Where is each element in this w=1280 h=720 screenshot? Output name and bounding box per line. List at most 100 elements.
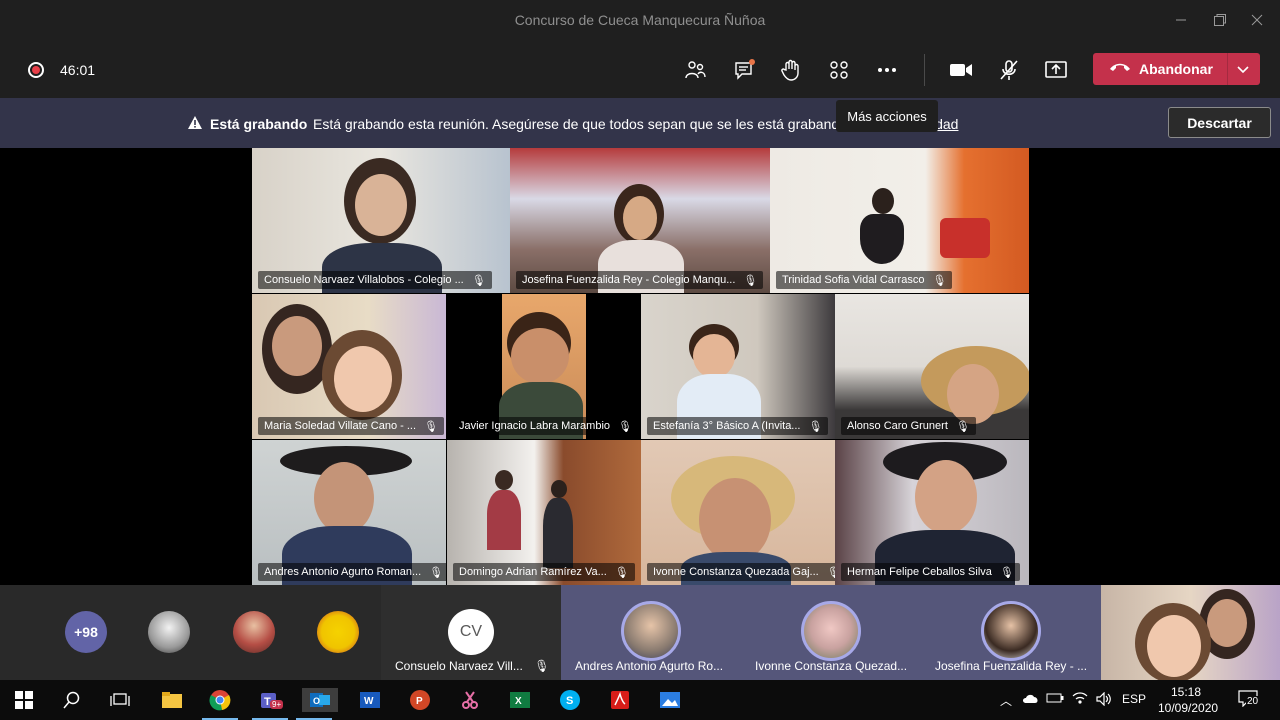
svg-text:X: X <box>515 696 522 707</box>
video-tile[interactable]: Josefina Fuenzalida Rey - Colegio Manqu.… <box>510 148 770 293</box>
video-tile[interactable]: Estefanía 3° Básico A (Invita... 🎙 <box>641 294 835 439</box>
video-tile[interactable]: Andres Antonio Agurto Roman... 🎙 <box>252 440 446 585</box>
avatar <box>801 601 861 661</box>
participant-name: Trinidad Sofia Vidal Carrasco 🎙 <box>776 271 953 289</box>
mic-off-icon: 🎙 <box>534 659 550 673</box>
participant-strip: +98 CV Consuelo Narvaez Vill... 🎙 Andres… <box>0 585 1280 680</box>
search-icon[interactable] <box>60 688 84 712</box>
mic-off-icon: 🎙 <box>932 274 947 287</box>
self-view-video[interactable] <box>1101 585 1280 680</box>
participant-name: Ivonne Constanza Quezada Gaj... 🎙 <box>647 563 835 581</box>
mic-off-icon: 🎙 <box>743 274 758 287</box>
avatar <box>981 601 1041 661</box>
dismiss-button[interactable]: Descartar <box>1168 107 1271 138</box>
mic-off-icon: 🎙 <box>618 420 632 433</box>
participant-name-text: Alonso Caro Grunert <box>847 420 948 432</box>
participant-label: Josefina Fuenzalida Rey - ... <box>935 659 1088 673</box>
participant-tile[interactable]: Ivonne Constanza Quezad... <box>741 585 921 680</box>
notifications-count: 20 <box>1246 696 1260 707</box>
participant-label-text: Consuelo Narvaez Vill... <box>395 659 523 673</box>
participant-name-text: Domingo Adrian Ramírez Va... <box>459 566 607 578</box>
more-participants-badge[interactable]: +98 <box>65 611 107 653</box>
mic-off-icon: 🎙 <box>429 566 444 579</box>
outlook-icon[interactable]: O <box>296 688 338 720</box>
leave-button[interactable]: Abandonar <box>1093 53 1260 85</box>
clock-date: 10/09/2020 <box>1158 701 1219 715</box>
teams-badge: 9+ <box>270 700 284 709</box>
participant-tile[interactable]: Andres Antonio Agurto Ro... <box>561 585 741 680</box>
people-icon[interactable] <box>683 58 707 82</box>
file-explorer-icon[interactable] <box>160 688 184 712</box>
video-tile[interactable]: Javier Ignacio Labra Marambio 🎙 <box>447 294 641 439</box>
share-screen-icon[interactable] <box>1044 58 1068 82</box>
teams-icon[interactable]: T 9+ <box>252 688 288 720</box>
participant-name: Javier Ignacio Labra Marambio 🎙 <box>453 417 638 435</box>
meeting-timer: 46:01 <box>60 62 96 78</box>
onedrive-icon[interactable] <box>1022 692 1040 707</box>
participant-name-text: Andres Antonio Agurto Roman... <box>264 566 422 578</box>
breakout-rooms-icon[interactable] <box>827 58 851 82</box>
svg-text:O: O <box>313 696 320 706</box>
mic-off-icon: 🎙 <box>471 274 486 287</box>
participant-name: Alonso Caro Grunert 🎙 <box>841 417 976 435</box>
banner-title: Está grabando <box>210 116 308 132</box>
task-view-icon[interactable] <box>108 688 132 712</box>
participant-name-text: Consuelo Narvaez Villalobos - Colegio ..… <box>264 274 464 286</box>
notifications-icon[interactable]: 20 <box>1238 689 1260 710</box>
excel-icon[interactable]: X <box>508 688 532 712</box>
clock[interactable]: 15:18 10/09/2020 <box>1158 684 1219 716</box>
snipping-tool-icon[interactable] <box>458 688 482 712</box>
chevron-down-icon[interactable] <box>1235 61 1251 82</box>
participant-name-text: Trinidad Sofia Vidal Carrasco <box>782 274 925 286</box>
video-tile[interactable]: Alonso Caro Grunert 🎙 <box>835 294 1029 439</box>
avatar[interactable] <box>148 611 190 653</box>
acrobat-icon[interactable] <box>608 688 632 712</box>
video-tile[interactable]: Maria Soledad Villate Cano - ... 🎙 <box>252 294 446 439</box>
svg-text:W: W <box>364 696 374 707</box>
chat-icon[interactable] <box>732 58 756 82</box>
warning-icon <box>187 115 203 135</box>
video-tile[interactable]: Trinidad Sofia Vidal Carrasco 🎙 <box>770 148 1029 293</box>
recording-indicator-icon <box>28 62 44 78</box>
close-button[interactable] <box>1234 0 1280 40</box>
show-hidden-icons[interactable]: ︿ <box>1000 692 1012 709</box>
participant-label: Andres Antonio Agurto Ro... <box>575 659 724 673</box>
participant-tile[interactable]: CV Consuelo Narvaez Vill... 🎙 <box>381 585 561 680</box>
powerpoint-icon[interactable]: P <box>408 688 432 712</box>
mic-off-icon: 🎙 <box>424 420 439 433</box>
battery-icon[interactable] <box>1046 692 1064 706</box>
mic-off-icon: 🎙 <box>808 420 823 433</box>
video-tile[interactable]: Domingo Adrian Ramírez Va... 🎙 <box>447 440 641 585</box>
video-tile[interactable]: Consuelo Narvaez Villalobos - Colegio ..… <box>252 148 510 293</box>
video-grid: Consuelo Narvaez Villalobos - Colegio ..… <box>252 148 1029 585</box>
raise-hand-icon[interactable] <box>779 58 803 82</box>
language-indicator[interactable]: ESP <box>1122 692 1146 706</box>
participant-name: Andres Antonio Agurto Roman... 🎙 <box>258 563 446 581</box>
meeting-toolbar: 46:01 Abandonar <box>0 40 1280 98</box>
participant-label: Ivonne Constanza Quezad... <box>755 659 908 673</box>
recording-banner: Está grabando Está grabando esta reunión… <box>0 98 1280 148</box>
participant-name-text: Maria Soledad Villate Cano - ... <box>264 420 417 432</box>
chrome-icon[interactable] <box>202 688 238 720</box>
participant-name-text: Ivonne Constanza Quezada Gaj... <box>653 566 819 578</box>
wifi-icon[interactable] <box>1072 692 1088 707</box>
window-title: Concurso de Cueca Manquecura Ñuñoa <box>514 12 766 28</box>
banner-message: Está grabando esta reunión. Asegúrese de… <box>313 116 847 132</box>
avatar[interactable] <box>317 611 359 653</box>
svg-text:S: S <box>566 695 573 707</box>
video-tile[interactable]: Herman Felipe Ceballos Silva 🎙 <box>835 440 1029 585</box>
windows-taskbar: T 9+ O W P X S ︿ ESP 15:18 10/09/2020 20 <box>0 680 1280 720</box>
avatar[interactable] <box>233 611 275 653</box>
volume-icon[interactable] <box>1096 691 1112 709</box>
windows-start-icon[interactable] <box>12 688 36 712</box>
skype-icon[interactable]: S <box>558 688 582 712</box>
video-tile[interactable]: Ivonne Constanza Quezada Gaj... 🎙 <box>641 440 835 585</box>
mic-off-icon[interactable] <box>997 58 1021 82</box>
more-actions-icon[interactable] <box>875 58 899 82</box>
camera-icon[interactable] <box>949 58 973 82</box>
participant-tile[interactable]: Josefina Fuenzalida Rey - ... <box>921 585 1101 680</box>
svg-text:P: P <box>416 696 423 707</box>
word-icon[interactable]: W <box>358 688 382 712</box>
participant-name-text: Javier Ignacio Labra Marambio <box>459 420 611 432</box>
photos-icon[interactable] <box>658 688 682 712</box>
